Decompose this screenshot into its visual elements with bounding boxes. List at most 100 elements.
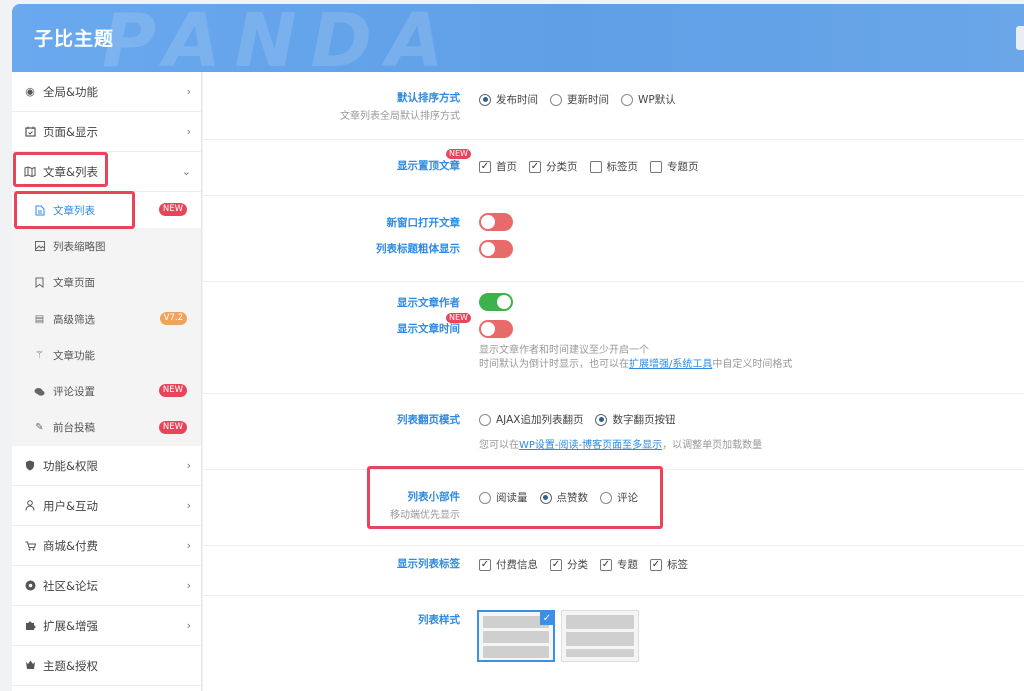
setting-label: 显示文章时间 — [397, 323, 460, 335]
paging-option-number[interactable]: 数字翻页按钮 — [595, 412, 675, 427]
cart-icon — [24, 540, 36, 552]
sidebar-item-extensions[interactable]: 扩展&增强 › — [12, 606, 201, 647]
radio-button[interactable] — [479, 413, 491, 426]
tags-option-paid[interactable]: ✓ 付费信息 — [479, 557, 538, 572]
sidebar-item-label: 商城&付费 — [43, 538, 98, 553]
sidebar-item-user[interactable]: 用户&互动 › — [12, 486, 201, 527]
help-text: 中自定义时间格式 — [712, 359, 793, 370]
sidebar-item-community[interactable]: 社区&论坛 › — [12, 566, 201, 607]
option-label: 首页 — [496, 161, 517, 173]
tags-option-category[interactable]: ✓ 分类 — [550, 557, 588, 572]
widget-option-comments[interactable]: 评论 — [600, 490, 638, 505]
tags-option-tag[interactable]: ✓ 标签 — [650, 557, 688, 572]
option-label: 发布时间 — [496, 94, 538, 106]
sidebar-item-label: 文章&列表 — [43, 164, 98, 179]
list-style-option-1[interactable]: ✓ — [477, 610, 555, 662]
widget-option-views[interactable]: 阅读量 — [479, 490, 528, 505]
header-watermark: PANDA — [102, 4, 458, 72]
checkbox[interactable]: ✓ — [479, 160, 491, 173]
settings-panel: 默认排序方式 文章列表全局默认排序方式 发布时间 更新时间 WP默认 显示置顶文… — [203, 72, 1024, 691]
filter-icon: ▤ — [34, 313, 45, 325]
sticky-option-topic[interactable]: 专题页 — [650, 159, 699, 174]
setting-label: 列表小部件 — [407, 491, 461, 503]
checkbox[interactable] — [650, 160, 662, 173]
new-window-toggle[interactable] — [479, 213, 513, 231]
sidebar-item-label: 用户&互动 — [43, 498, 98, 513]
show-author-toggle[interactable] — [479, 293, 513, 311]
sort-option-update[interactable]: 更新时间 — [550, 92, 609, 107]
sidebar-item-permissions[interactable]: 功能&权限 › — [12, 446, 201, 487]
sidebar-item-label: 页面&显示 — [43, 124, 98, 139]
sort-option-wp[interactable]: WP默认 — [621, 92, 676, 107]
setting-label: 显示文章作者 — [397, 297, 460, 309]
chevron-down-icon: ⌄ — [181, 165, 191, 178]
setting-label: 默认排序方式 — [397, 92, 460, 104]
document-icon — [34, 205, 45, 216]
setting-label: 列表标题粗体显示 — [376, 243, 460, 255]
pencil-icon: ✎ — [35, 422, 44, 434]
option-label: AJAX追加列表翻页 — [496, 414, 584, 426]
checkbox[interactable]: ✓ — [600, 558, 612, 571]
radio-button[interactable] — [550, 93, 562, 106]
thumb-bar — [483, 646, 549, 658]
sidebar-item-article[interactable]: 文章&列表 ⌄ — [12, 152, 201, 192]
sticky-options: ✓ 首页 ✓ 分类页 标签页 专题页 — [479, 159, 711, 174]
radio-button[interactable] — [539, 491, 552, 504]
sidebar-item-label: 功能&权限 — [43, 458, 98, 473]
tools-link[interactable]: 扩展增强/系统工具 — [629, 359, 712, 370]
sidebar-subitem-article-list[interactable]: 文章列表 NEW — [12, 192, 201, 229]
checkbox[interactable]: ✓ — [650, 558, 662, 571]
paging-option-ajax[interactable]: AJAX追加列表翻页 — [479, 412, 583, 427]
sidebar-subitem-filter[interactable]: ▤ 高级筛选 V7.2 — [12, 301, 201, 337]
reading-settings-link[interactable]: WP设置-阅读-博客页面至多显示 — [519, 440, 662, 451]
bold-title-toggle[interactable] — [479, 240, 513, 258]
map-icon — [24, 166, 36, 178]
radio-button[interactable] — [479, 93, 491, 106]
comments-icon — [34, 386, 45, 397]
sidebar-subitem-article-function[interactable]: ⚚ 文章功能 — [12, 337, 201, 373]
sidebar-subitem-article-page[interactable]: 文章页面 — [12, 265, 201, 301]
sidebar-subitem-submit[interactable]: ✎ 前台投稿 NEW — [12, 410, 201, 446]
settings-icon: ◉ — [25, 85, 35, 98]
community-icon — [24, 580, 36, 592]
checkbox[interactable] — [589, 160, 602, 173]
list-style-option-2[interactable] — [561, 610, 639, 662]
radio-button[interactable] — [595, 413, 608, 426]
sidebar-subitem-thumbnail[interactable]: 列表缩略图 — [12, 228, 201, 264]
calendar-icon — [24, 126, 36, 138]
sidebar-item-shop[interactable]: 商城&付费 › — [12, 526, 201, 567]
sidebar-subitem-label: 文章功能 — [53, 349, 95, 362]
setting-row-style: 列表样式 ✓ — [203, 596, 1024, 691]
new-tag: NEW — [446, 149, 471, 159]
sticky-option-home[interactable]: ✓ 首页 — [479, 159, 517, 174]
sidebar-item-page[interactable]: 页面&显示 › — [12, 112, 201, 152]
user-icon — [24, 500, 36, 512]
setting-label: 新窗口打开文章 — [386, 217, 461, 229]
paging-help-text: 您可以在WP设置-阅读-博客页面至多显示，以调整单页加载数量 — [479, 439, 762, 453]
show-time-toggle[interactable] — [479, 320, 513, 338]
widget-option-likes[interactable]: 点赞数 — [539, 490, 588, 505]
radio-button[interactable] — [621, 93, 633, 106]
magic-wand-icon: ⚚ — [35, 349, 44, 361]
setting-label: 显示置顶文章 — [397, 160, 460, 172]
chevron-right-icon: › — [186, 539, 191, 553]
sidebar-item-theme[interactable]: 主题&授权 — [12, 646, 201, 687]
sort-option-publish[interactable]: 发布时间 — [479, 92, 538, 107]
radio-button[interactable] — [479, 491, 491, 504]
thumb-bar — [483, 631, 549, 643]
paging-options: AJAX追加列表翻页 数字翻页按钮 — [479, 412, 687, 427]
checkbox[interactable]: ✓ — [479, 558, 491, 571]
sidebar-subitem-comments[interactable]: 评论设置 NEW — [12, 373, 201, 409]
checkbox[interactable]: ✓ — [550, 558, 562, 571]
checkbox[interactable]: ✓ — [529, 160, 541, 173]
tags-option-topic[interactable]: ✓ 专题 — [600, 557, 638, 572]
sidebar-subitem-label: 评论设置 — [53, 386, 95, 399]
sidebar-item-global[interactable]: ◉ 全局&功能 › — [12, 72, 201, 112]
thumb-bar — [566, 632, 634, 646]
new-tag: NEW — [446, 313, 471, 323]
radio-button[interactable] — [600, 491, 612, 504]
sticky-option-tag[interactable]: 标签页 — [589, 159, 638, 174]
sticky-option-category[interactable]: ✓ 分类页 — [529, 159, 578, 174]
header-button[interactable] — [1016, 26, 1024, 50]
new-badge: NEW — [158, 384, 187, 398]
